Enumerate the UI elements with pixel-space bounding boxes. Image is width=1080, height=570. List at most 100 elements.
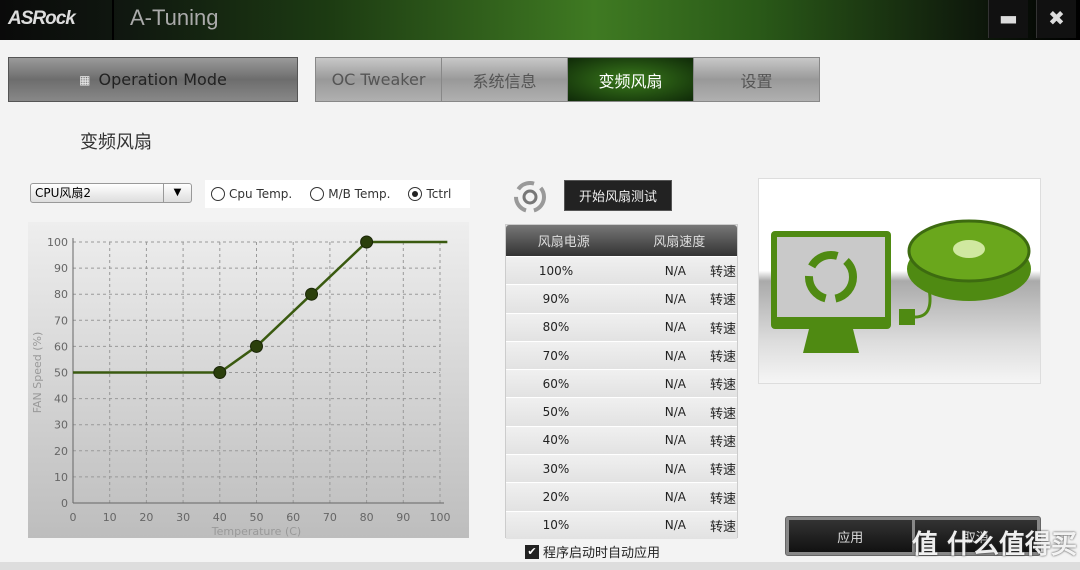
y-axis-label: FAN Speed (%) — [31, 332, 44, 414]
y-tick-label: 20 — [54, 445, 68, 458]
radio-tctrl[interactable]: Tctrl — [408, 187, 451, 201]
fan-speed-table: 风扇电源 风扇速度 100% N/A 转速 90% N/A 转速 80% N/A 转速 70% N/A… — [505, 224, 738, 539]
table-row: 10% N/A 转速 — [506, 510, 737, 539]
auto-apply-checkbox[interactable]: ✔ 程序启动时自动应用 — [525, 542, 660, 561]
fan-speed-cell: N/A — [664, 433, 686, 448]
minimize-button[interactable]: ▬ — [988, 0, 1028, 38]
fan-speed-cell: N/A — [664, 490, 686, 505]
tab-fan-control[interactable]: 变频风扇 — [568, 58, 694, 101]
fan-power-cell: 100% — [538, 263, 574, 278]
asrock-logo: ASRock — [8, 8, 76, 29]
start-fan-test-button[interactable]: 开始风扇测试 — [564, 180, 672, 211]
y-tick-label: 90 — [54, 262, 68, 275]
grid-icon: ▦ — [79, 72, 91, 87]
curve-control-point[interactable] — [213, 366, 227, 379]
app-title: A-Tuning — [130, 5, 219, 30]
y-tick-label: 80 — [54, 288, 68, 301]
curve-control-point[interactable] — [250, 339, 263, 353]
fan-select-value: CPU风扇2 — [35, 186, 92, 200]
rpm-unit-cell: 转速 — [709, 434, 736, 450]
radio-icon — [211, 187, 225, 201]
fan-power-cell: 90% — [542, 291, 570, 306]
rpm-unit-cell: 转速 — [709, 265, 736, 281]
rpm-unit-cell: 转速 — [709, 491, 736, 507]
x-tick-label: 20 — [139, 511, 153, 524]
table-row: 60% N/A 转速 — [506, 369, 737, 398]
fan-curve-line — [73, 240, 448, 374]
tab-system-info[interactable]: 系统信息 — [442, 58, 568, 101]
divider — [112, 0, 114, 40]
y-tick-label: 100 — [47, 236, 68, 249]
page-title: 变频风扇 — [80, 132, 152, 153]
fan-select[interactable]: CPU风扇2 ▼ — [30, 183, 192, 203]
curve-control-point[interactable] — [360, 235, 374, 249]
fan-curve-chart[interactable]: 0 10 20 30 40 50 60 70 80 90 100 0 10 20 30 40 50 60 70 80 9… — [28, 222, 469, 538]
y-tick-label: 50 — [54, 367, 68, 380]
fan-power-cell: 50% — [542, 405, 570, 420]
y-tick-label: 30 — [54, 419, 68, 432]
x-tick-label: 40 — [213, 511, 227, 524]
checkmark-icon: ✔ — [525, 544, 539, 559]
close-button[interactable]: ✖ — [1036, 0, 1076, 38]
curve-control-point[interactable] — [305, 287, 319, 301]
radio-selected-icon — [408, 187, 423, 201]
rpm-unit-cell: 转速 — [709, 350, 736, 366]
x-axis-label: Temperature (C) — [211, 525, 301, 538]
rpm-unit-cell: 转速 — [709, 519, 736, 535]
x-tick-label: 70 — [323, 511, 337, 524]
x-tick-label: 50 — [250, 511, 264, 524]
pc-fan-illustration-icon — [771, 219, 1031, 353]
title-bar: ASRock A-Tuning ▬ ✖ — [0, 0, 1080, 40]
radio-label: Tctrl — [426, 187, 452, 201]
y-tick-label: 70 — [54, 314, 68, 327]
rpm-unit-cell: 转速 — [709, 463, 736, 479]
rpm-unit-cell: 转速 — [709, 321, 736, 337]
fan-power-cell: 70% — [542, 348, 570, 363]
fan-speed-cell: N/A — [664, 461, 686, 476]
x-tick-label: 60 — [286, 511, 300, 524]
fan-power-cell: 30% — [542, 461, 570, 476]
table-row: 50% N/A 转速 — [506, 397, 737, 426]
radio-label: Cpu Temp. — [229, 187, 293, 201]
fan-curve-chart-panel: 0 10 20 30 40 50 60 70 80 90 100 0 10 20 30 40 50 60 70 80 9… — [28, 222, 469, 538]
main-tabs: OC Tweaker 系统信息 变频风扇 设置 — [315, 57, 820, 102]
fan-speed-cell: N/A — [664, 348, 686, 363]
radio-icon — [310, 187, 325, 201]
fan-power-cell: 20% — [542, 490, 570, 505]
table-row: 90% N/A 转速 — [506, 284, 737, 313]
watermark: 值 什么值得买 — [912, 530, 1078, 560]
radio-cpu-temp[interactable]: Cpu Temp. — [211, 187, 292, 201]
table-header: 风扇电源 风扇速度 — [506, 225, 737, 256]
table-row: 30% N/A 转速 — [506, 454, 737, 483]
x-tick-label: 100 — [430, 511, 451, 524]
radio-label: M/B Temp. — [328, 187, 391, 201]
table-row: 100% N/A 转速 — [506, 256, 737, 285]
fan-power-cell: 80% — [542, 320, 570, 335]
table-row: 40% N/A 转速 — [506, 425, 737, 455]
fan-speed-cell: N/A — [664, 320, 686, 335]
fan-power-cell: 40% — [542, 433, 570, 448]
auto-apply-label: 程序启动时自动应用 — [543, 546, 661, 561]
bottom-strip — [0, 562, 1080, 570]
fan-illustration — [758, 178, 1041, 384]
temp-source-radios: Cpu Temp. M/B Temp. Tctrl — [205, 180, 470, 208]
x-tick-label: 90 — [396, 511, 410, 524]
fan-speed-cell: N/A — [664, 376, 686, 391]
table-row: 70% N/A 转速 — [506, 340, 737, 370]
y-tick-label: 10 — [54, 471, 68, 484]
fan-power-cell: 10% — [542, 518, 570, 533]
table-row: 20% N/A 转速 — [506, 482, 737, 511]
y-tick-label: 60 — [54, 340, 68, 353]
apply-button[interactable]: 应用 — [789, 520, 912, 552]
x-tick-label: 30 — [176, 511, 190, 524]
chevron-down-icon: ▼ — [163, 184, 191, 202]
radio-mb-temp[interactable]: M/B Temp. — [310, 187, 390, 201]
tab-oc-tweaker[interactable]: OC Tweaker — [316, 58, 442, 101]
fan-speed-cell: N/A — [664, 263, 686, 278]
table-row: 80% N/A 转速 — [506, 312, 737, 341]
fan-speed-cell: N/A — [664, 291, 686, 306]
operation-mode-button[interactable]: ▦ Operation Mode — [8, 57, 298, 102]
tab-settings[interactable]: 设置 — [694, 58, 819, 101]
fan-speed-cell: N/A — [664, 405, 686, 420]
fan-icon — [514, 181, 546, 213]
